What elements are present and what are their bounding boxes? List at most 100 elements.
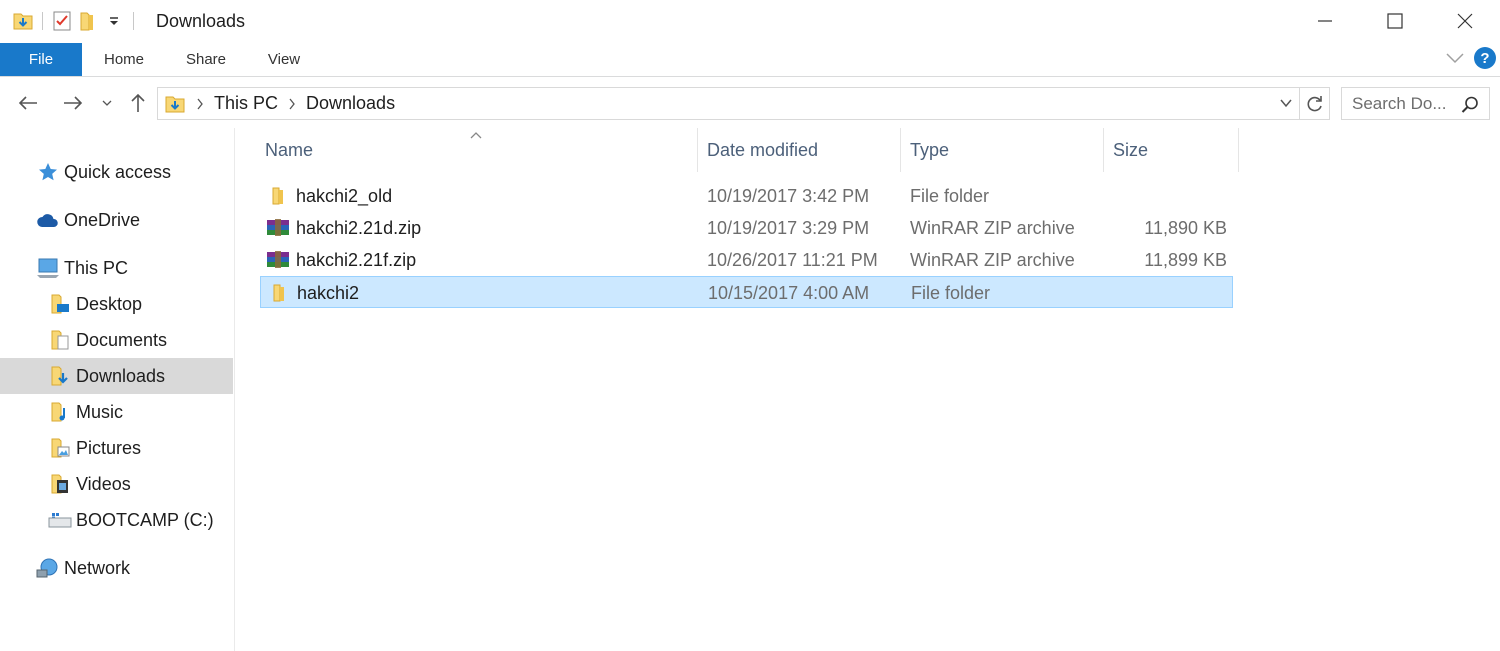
new-folder-icon[interactable]	[75, 8, 101, 34]
tab-file[interactable]: File	[0, 43, 82, 76]
column-header-type[interactable]: Type	[900, 128, 1104, 172]
chevron-down-icon	[102, 100, 112, 106]
drive-icon	[48, 508, 72, 532]
help-button[interactable]: ?	[1474, 47, 1496, 69]
ribbon-tabs: File Home Share View ?	[0, 43, 1500, 77]
sidebar-item-desktop[interactable]: Desktop	[0, 286, 233, 322]
up-button[interactable]	[126, 88, 150, 118]
sidebar-item-network[interactable]: Network	[0, 550, 233, 586]
sidebar-item-onedrive[interactable]: OneDrive	[0, 202, 233, 238]
sidebar-item-label: This PC	[64, 257, 129, 278]
address-bar[interactable]: This PC Downloads	[157, 87, 1300, 120]
file-date: 10/15/2017 4:00 AM	[708, 282, 870, 303]
forward-arrow-icon	[64, 96, 83, 110]
back-arrow-icon	[18, 96, 37, 110]
back-button[interactable]	[14, 88, 42, 118]
file-name-cell: hakchi2	[267, 277, 359, 309]
folder-icon	[266, 184, 290, 208]
sidebar-item-label: Music	[76, 401, 124, 422]
sidebar-item-this-pc[interactable]: This PC	[0, 250, 233, 286]
toolbar-divider	[42, 12, 43, 30]
file-list: Name Date modified Type Size hakchi2_old…	[236, 128, 1500, 651]
minimize-button[interactable]	[1290, 0, 1360, 42]
file-row[interactable]: hakchi2_old 10/19/2017 3:42 PM File fold…	[260, 180, 1233, 212]
window-controls	[1290, 0, 1500, 42]
desktop-folder-icon	[48, 292, 72, 316]
address-history-dropdown-icon[interactable]	[1279, 96, 1293, 115]
file-row-selected[interactable]: hakchi2 10/15/2017 4:00 AM File folder	[260, 276, 1233, 308]
file-size: 11,890 KB	[1144, 217, 1227, 238]
navigation-pane: Quick access OneDrive This PC Desktop Do…	[0, 128, 235, 651]
sidebar-item-label: Desktop	[76, 293, 143, 314]
file-name: hakchi2_old	[296, 185, 393, 206]
sidebar-item-label: Videos	[76, 473, 131, 494]
winrar-archive-icon	[266, 216, 290, 240]
file-row[interactable]: hakchi2.21d.zip 10/19/2017 3:29 PM WinRA…	[260, 212, 1233, 244]
window-title: Downloads	[156, 11, 246, 31]
winrar-archive-icon	[266, 248, 290, 272]
search-icon[interactable]	[1461, 96, 1479, 119]
sidebar-item-label: OneDrive	[64, 209, 141, 230]
sidebar-item-documents[interactable]: Documents	[0, 322, 233, 358]
ribbon-right-controls: ?	[1446, 47, 1496, 69]
tab-view[interactable]: View	[252, 43, 316, 76]
sidebar-item-music[interactable]: Music	[0, 394, 233, 430]
downloads-folder-icon	[48, 364, 72, 388]
minimize-icon	[1318, 20, 1332, 22]
search-input[interactable]	[1352, 93, 1460, 114]
up-arrow-icon	[131, 93, 145, 112]
properties-icon[interactable]	[49, 8, 75, 34]
tab-home[interactable]: Home	[88, 43, 160, 76]
network-icon	[36, 556, 60, 580]
breadcrumb-separator-icon[interactable]	[196, 98, 204, 110]
customize-toolbar-dropdown-icon[interactable]	[101, 8, 127, 34]
search-box[interactable]	[1341, 87, 1490, 120]
file-date: 10/26/2017 11:21 PM	[707, 249, 878, 270]
sidebar-item-label: BOOTCAMP (C:)	[76, 509, 214, 530]
file-type: WinRAR ZIP archive	[910, 217, 1075, 238]
sidebar-item-videos[interactable]: Videos	[0, 466, 233, 502]
music-folder-icon	[48, 400, 72, 424]
file-name-cell: hakchi2.21f.zip	[266, 244, 416, 276]
file-row[interactable]: hakchi2.21f.zip 10/26/2017 11:21 PM WinR…	[260, 244, 1233, 276]
maximize-button[interactable]	[1360, 0, 1430, 42]
sidebar-item-label: Pictures	[76, 437, 142, 458]
sidebar-item-pictures[interactable]: Pictures	[0, 430, 233, 466]
sidebar-item-quick-access[interactable]: Quick access	[0, 154, 233, 190]
file-name: hakchi2.21d.zip	[296, 217, 422, 238]
file-name-cell: hakchi2_old	[266, 180, 392, 212]
close-button[interactable]	[1430, 0, 1500, 42]
breadcrumb-downloads[interactable]: Downloads	[306, 93, 395, 114]
documents-folder-icon	[48, 328, 72, 352]
quick-access-toolbar	[10, 8, 140, 34]
file-name: hakchi2	[297, 282, 360, 303]
sidebar-item-label: Downloads	[76, 365, 166, 386]
title-bar: Downloads	[0, 0, 1500, 42]
sidebar-item-bootcamp-drive[interactable]: BOOTCAMP (C:)	[0, 502, 233, 538]
sidebar-item-label: Documents	[76, 329, 168, 350]
column-header-name[interactable]: Name	[255, 128, 698, 172]
star-icon	[36, 160, 60, 184]
tab-share[interactable]: Share	[170, 43, 242, 76]
file-date: 10/19/2017 3:29 PM	[707, 217, 870, 238]
sidebar-item-downloads[interactable]: Downloads	[0, 358, 233, 394]
breadcrumb-separator-icon[interactable]	[288, 98, 296, 110]
folder-icon	[267, 281, 291, 305]
recent-locations-button[interactable]	[98, 88, 116, 118]
toolbar-divider	[133, 12, 134, 30]
refresh-button[interactable]	[1300, 87, 1330, 120]
expand-ribbon-chevron-icon[interactable]	[1446, 52, 1464, 64]
forward-button[interactable]	[59, 88, 87, 118]
videos-folder-icon	[48, 472, 72, 496]
breadcrumb-this-pc[interactable]: This PC	[214, 93, 278, 114]
column-header-date-modified[interactable]: Date modified	[697, 128, 901, 172]
sidebar-item-label: Network	[64, 557, 131, 578]
file-type: WinRAR ZIP archive	[910, 249, 1075, 270]
downloads-folder-icon	[10, 8, 36, 34]
file-name-cell: hakchi2.21d.zip	[266, 212, 421, 244]
downloads-folder-icon	[164, 93, 186, 115]
column-header-size[interactable]: Size	[1103, 128, 1239, 172]
file-type: File folder	[911, 282, 991, 303]
file-name: hakchi2.21f.zip	[296, 249, 417, 270]
cloud-icon	[36, 208, 60, 232]
